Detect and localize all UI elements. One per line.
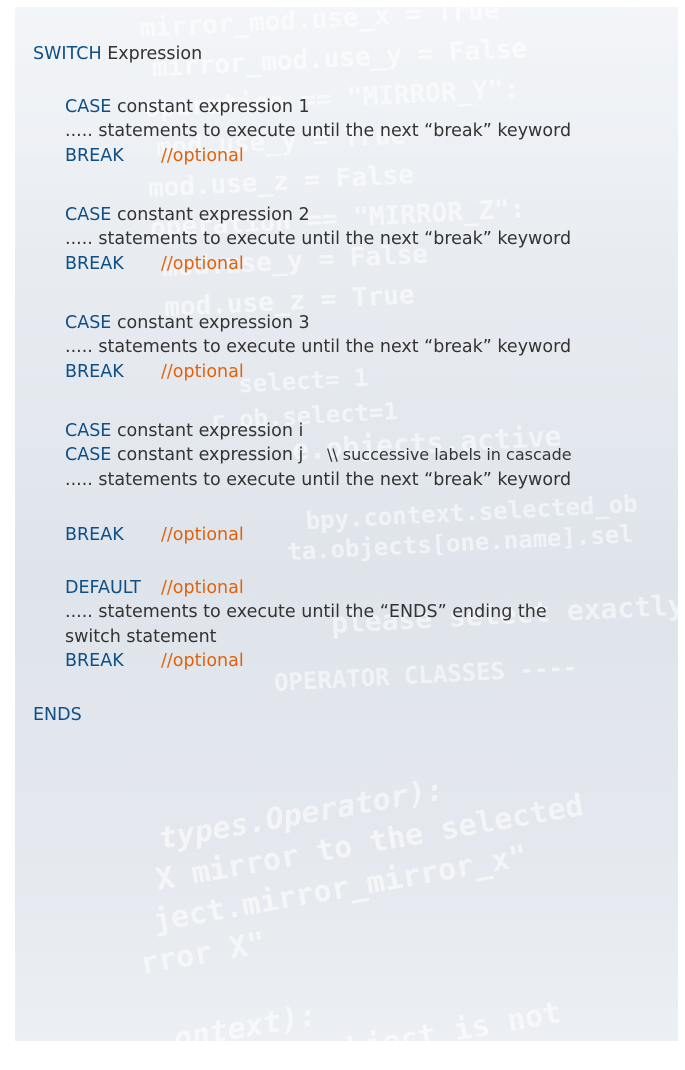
break-keyword: BREAK <box>65 254 124 274</box>
case-expression-i: constant expression i <box>116 421 304 441</box>
break-line-3: BREAK //optional <box>65 361 244 383</box>
switch-pseudocode: SWITCH Expression CASE constant expressi… <box>15 7 678 1041</box>
case-expression-j: constant expression j <box>116 445 304 465</box>
break-keyword: BREAK <box>65 146 124 166</box>
break-line-2: BREAK //optional <box>65 253 244 275</box>
case-line-1: CASE constant expression 1 <box>65 96 310 118</box>
case-line-2: CASE constant expression 2 <box>65 204 310 226</box>
cascade-comment: \\ successive labels in cascade <box>326 445 572 464</box>
break-keyword: BREAK <box>65 362 124 382</box>
default-statements-line-2: switch statement <box>65 627 217 647</box>
optional-comment: //optional <box>161 525 244 545</box>
statements-line-3: ..... statements to execute until the ne… <box>65 337 572 357</box>
statements-line-2: ..... statements to execute until the ne… <box>65 229 572 249</box>
case-keyword: CASE <box>65 313 112 333</box>
case-expression-2: constant expression 2 <box>116 205 310 225</box>
break-line-1: BREAK //optional <box>65 145 244 167</box>
break-line-default: BREAK //optional <box>65 650 244 672</box>
case-expression-1: constant expression 1 <box>116 97 310 117</box>
statements-line-4: ..... statements to execute until the ne… <box>65 470 572 490</box>
case-keyword: CASE <box>65 97 112 117</box>
case-keyword: CASE <box>65 205 112 225</box>
break-keyword: BREAK <box>65 525 124 545</box>
optional-comment: //optional <box>161 651 244 671</box>
break-keyword: BREAK <box>65 651 124 671</box>
default-line: DEFAULT //optional <box>65 577 244 599</box>
optional-comment: //optional <box>161 146 244 166</box>
switch-expression: Expression <box>107 44 203 64</box>
default-statements-line-1: ..... statements to execute until the “E… <box>65 602 547 622</box>
case-keyword: CASE <box>65 445 112 465</box>
optional-comment: //optional <box>161 254 244 274</box>
ends-line: ENDS <box>33 704 82 726</box>
break-line-4: BREAK //optional <box>65 524 244 546</box>
case-expression-3: constant expression 3 <box>116 313 310 333</box>
statements-line-1: ..... statements to execute until the ne… <box>65 121 572 141</box>
default-keyword: DEFAULT <box>65 578 141 598</box>
code-panel: mirror_mod.use_x = True mirror_mod.use_y… <box>15 7 678 1041</box>
case-keyword: CASE <box>65 421 112 441</box>
switch-line: SWITCH Expression <box>33 43 202 65</box>
case-line-i: CASE constant expression i <box>65 420 303 442</box>
optional-comment: //optional <box>161 362 244 382</box>
ends-keyword: ENDS <box>33 705 82 725</box>
switch-keyword: SWITCH <box>33 44 102 64</box>
case-line-3: CASE constant expression 3 <box>65 312 310 334</box>
optional-comment: //optional <box>161 578 244 598</box>
case-line-j: CASE constant expression j \\ successive … <box>65 444 572 466</box>
